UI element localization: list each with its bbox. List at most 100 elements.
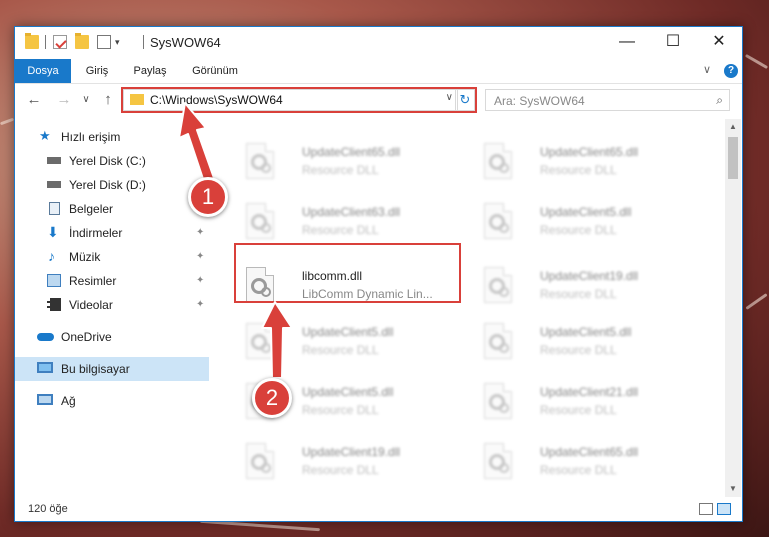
tab-giris[interactable]: Giriş (75, 59, 119, 83)
dll-file-icon (246, 323, 280, 363)
background-branch (0, 117, 15, 126)
scroll-down-icon[interactable]: ▼ (725, 481, 741, 497)
file-name: UpdateClient5.dll (302, 325, 394, 339)
dll-file-icon (484, 443, 518, 483)
file-item[interactable]: UpdateClient65.dll Resource DLL (476, 135, 686, 185)
back-button[interactable]: ← (25, 91, 43, 109)
address-highlight-box (121, 87, 477, 113)
tab-dosya[interactable]: Dosya (15, 59, 71, 83)
background-branch (745, 293, 768, 310)
file-list: UpdateClient65.dll Resource DLL UpdateClie… (220, 119, 725, 497)
sidebar-item-music[interactable]: ♪ Müzik ✦ (15, 245, 209, 269)
gear-icon (499, 287, 509, 297)
sidebar-item-onedrive[interactable]: OneDrive (15, 325, 209, 349)
sidebar-item-label: OneDrive (61, 330, 112, 344)
file-name: UpdateClient5.dll (540, 205, 632, 219)
file-item[interactable]: UpdateClient65.dll Resource DLL (476, 435, 686, 485)
documents-icon (49, 202, 60, 215)
scroll-up-icon[interactable]: ▲ (725, 119, 741, 135)
sidebar-item-label: Resimler (69, 274, 117, 288)
file-name: UpdateClient5.dll (540, 325, 632, 339)
chevron-down-icon[interactable]: ▾ (115, 35, 129, 49)
file-name: UpdateClient65.dll (540, 445, 639, 459)
close-button[interactable]: ✕ (696, 27, 742, 59)
file-name: UpdateClient65.dll (540, 145, 639, 159)
view-options-icon[interactable] (97, 35, 111, 49)
pin-icon[interactable]: ✦ (196, 227, 204, 238)
sidebar-item-documents[interactable]: Belgeler (15, 197, 209, 221)
sidebar-item-label: Belgeler (69, 202, 114, 216)
sidebar-item-label: Yerel Disk (D:) (69, 178, 146, 192)
star-icon: ★ (39, 128, 51, 143)
gear-icon (261, 223, 271, 233)
videos-icon (47, 298, 61, 311)
file-item[interactable]: UpdateClient5.dll Resource DLL (476, 195, 686, 245)
file-item[interactable]: UpdateClient21.dll Resource DLL (476, 375, 686, 425)
file-item[interactable]: UpdateClient19.dll Resource DLL (238, 435, 448, 485)
file-type: Resource DLL (540, 463, 617, 477)
search-icon: ⌕ (716, 93, 723, 107)
pin-icon[interactable]: ✦ (196, 299, 204, 310)
file-type: Resource DLL (302, 463, 379, 477)
forward-button[interactable]: → (55, 91, 73, 109)
ribbon-expand-icon[interactable]: ∨ (703, 63, 711, 76)
dll-file-icon (484, 203, 518, 243)
file-type: Resource DLL (302, 163, 379, 177)
large-icons-view-icon[interactable] (717, 503, 731, 515)
gear-icon (261, 463, 271, 473)
sidebar-item-label: İndirmeler (69, 226, 123, 240)
file-type: Resource DLL (540, 343, 617, 357)
sidebar-item-videos[interactable]: Videolar ✦ (15, 293, 209, 317)
network-icon (37, 394, 53, 405)
sidebar-item-quick-access[interactable]: ★ Hızlı erişim (15, 125, 209, 149)
file-item[interactable]: UpdateClient5.dll Resource DLL (238, 315, 448, 365)
explorer-window: ▾ SysWOW64 — ☐ ✕ Dosya Giriş Paylaş Görü… (14, 26, 743, 522)
dll-file-icon (484, 267, 518, 307)
vertical-scrollbar[interactable]: ▲ ▼ (725, 119, 741, 497)
sidebar-item-label: Hızlı erişim (61, 130, 121, 144)
gear-icon (499, 463, 509, 473)
pin-icon[interactable]: ✦ (196, 251, 204, 262)
search-input[interactable]: Ara: SysWOW64 ⌕ (485, 89, 730, 111)
scroll-thumb[interactable] (728, 137, 738, 179)
minimize-button[interactable]: — (604, 27, 650, 59)
maximize-button[interactable]: ☐ (650, 27, 696, 59)
computer-icon (37, 362, 53, 373)
file-type: Resource DLL (540, 287, 617, 301)
details-view-icon[interactable] (699, 503, 713, 515)
search-placeholder: Ara: SysWOW64 (494, 94, 585, 108)
dll-file-icon (484, 143, 518, 183)
file-type: Resource DLL (302, 223, 379, 237)
separator (45, 35, 46, 49)
dll-file-icon (246, 443, 280, 483)
navigation-pane: ★ Hızlı erişim Yerel Disk (C:) Yerel Dis… (15, 119, 209, 497)
recent-locations-button[interactable]: ∨ (77, 91, 95, 109)
drive-icon (47, 181, 61, 188)
properties-icon[interactable] (53, 35, 67, 49)
sidebar-item-downloads[interactable]: ⬇ İndirmeler ✦ (15, 221, 209, 245)
gear-icon (499, 343, 509, 353)
pin-icon[interactable]: ✦ (196, 275, 204, 286)
tab-gorunum[interactable]: Görünüm (183, 59, 247, 83)
item-count: 120 öğe (28, 503, 68, 515)
sidebar-item-network[interactable]: Ağ (15, 389, 209, 413)
sidebar-item-this-pc[interactable]: Bu bilgisayar (15, 357, 209, 381)
folder-icon (25, 33, 39, 49)
sidebar-item-local-disk-d[interactable]: Yerel Disk (D:) (15, 173, 209, 197)
file-item[interactable]: UpdateClient65.dll Resource DLL (238, 135, 448, 185)
sidebar-item-pictures[interactable]: Resimler ✦ (15, 269, 209, 293)
sidebar-item-local-disk-c[interactable]: Yerel Disk (C:) (15, 149, 209, 173)
gear-icon (499, 223, 509, 233)
file-item[interactable]: UpdateClient5.dll Resource DLL (476, 315, 686, 365)
gear-icon (261, 343, 271, 353)
pictures-icon (47, 274, 61, 287)
new-folder-icon[interactable] (75, 33, 89, 49)
dll-file-icon (484, 323, 518, 363)
cloud-icon (37, 333, 54, 341)
tab-paylas[interactable]: Paylaş (125, 59, 175, 83)
up-button[interactable]: ↑ (99, 91, 117, 109)
gear-icon (499, 163, 509, 173)
file-item[interactable]: UpdateClient19.dll Resource DLL (476, 259, 686, 309)
file-item[interactable]: UpdateClient63.dll Resource DLL (238, 195, 448, 245)
help-icon[interactable]: ? (724, 64, 738, 78)
